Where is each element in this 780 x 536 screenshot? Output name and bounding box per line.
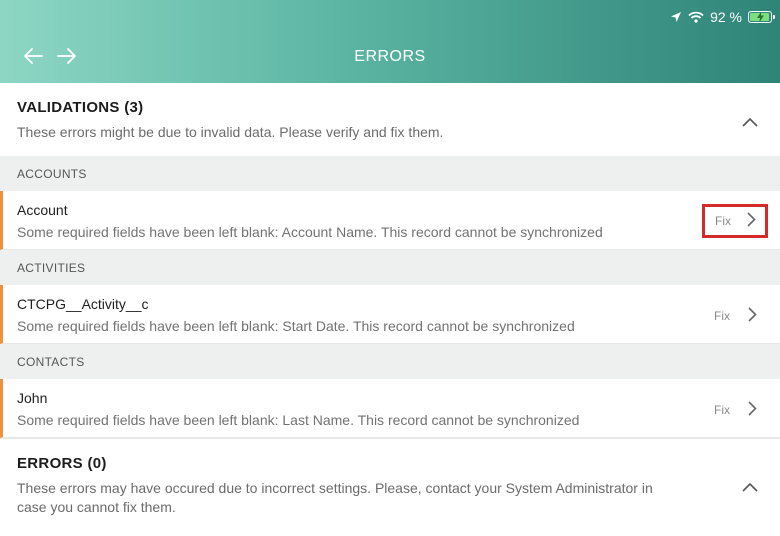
- row-title: Account: [17, 202, 68, 218]
- errors-title: ERRORS (0): [17, 455, 107, 472]
- validations-title: VALIDATIONS (3): [17, 99, 144, 116]
- battery-percent: 92 %: [710, 9, 742, 25]
- error-row-contact[interactable]: John Some required fields have been left…: [0, 379, 780, 438]
- fix-label: Fix: [715, 214, 731, 228]
- row-message: Some required fields have been left blan…: [17, 224, 603, 240]
- top-bar: 92 % ERRORS: [0, 0, 780, 83]
- errors-list: VALIDATIONS (3) These errors might be du…: [0, 83, 780, 536]
- group-header-contacts: CONTACTS: [0, 344, 780, 379]
- validations-section-header[interactable]: VALIDATIONS (3) These errors might be du…: [0, 83, 780, 156]
- fix-label: Fix: [714, 403, 730, 417]
- group-header-activities: ACTIVITIES: [0, 250, 780, 285]
- error-row-account[interactable]: Account Some required fields have been l…: [0, 191, 780, 250]
- page-title: ERRORS: [354, 48, 426, 65]
- fix-button[interactable]: Fix: [702, 204, 768, 238]
- chevron-right-icon: [748, 401, 757, 419]
- fix-label: Fix: [714, 309, 730, 323]
- chevron-up-icon[interactable]: [742, 114, 758, 132]
- chevron-right-icon: [747, 212, 756, 230]
- row-message: Some required fields have been left blan…: [17, 318, 575, 334]
- location-arrow-icon: [670, 11, 682, 23]
- errors-section-header[interactable]: ERRORS (0) These errors may have occured…: [0, 438, 780, 533]
- fix-button[interactable]: Fix: [704, 301, 766, 331]
- group-header-accounts: ACCOUNTS: [0, 156, 780, 191]
- battery-charging-icon: [748, 11, 775, 23]
- row-title: CTCPG__Activity__c: [17, 296, 149, 312]
- validations-description: These errors might be due to invalid dat…: [17, 124, 444, 140]
- status-bar: 92 %: [670, 8, 775, 26]
- error-row-activity[interactable]: CTCPG__Activity__c Some required fields …: [0, 285, 780, 344]
- chevron-up-icon[interactable]: [742, 479, 758, 497]
- fix-button[interactable]: Fix: [704, 395, 766, 425]
- errors-description: These errors may have occured due to inc…: [17, 480, 653, 515]
- wifi-icon: [688, 11, 704, 23]
- row-message: Some required fields have been left blan…: [17, 412, 580, 428]
- chevron-right-icon: [748, 307, 757, 325]
- row-title: John: [17, 390, 48, 406]
